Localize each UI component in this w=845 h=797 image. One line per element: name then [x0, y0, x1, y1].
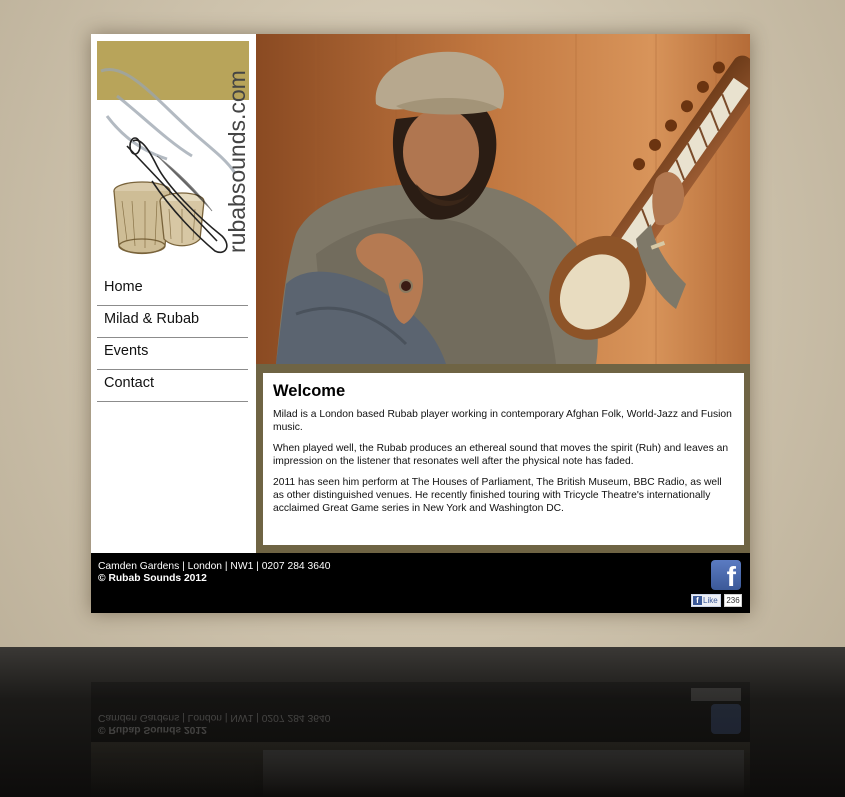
- facebook-icon[interactable]: f: [711, 560, 741, 590]
- reflection-content: [263, 750, 744, 797]
- like-count: 236: [724, 594, 742, 607]
- page-title: Welcome: [273, 382, 346, 400]
- reflection-copyright: © Rubab Sounds 2012: [98, 724, 207, 735]
- logo-text: rubabsounds.com: [224, 70, 249, 253]
- footer-copyright: © Rubab Sounds 2012: [98, 573, 207, 584]
- main-area: Welcome Milad is a London based Rubab pl…: [256, 34, 750, 553]
- facebook-like-button[interactable]: f Like: [691, 594, 721, 607]
- nav-item-milad-rubab[interactable]: Milad & Rubab: [97, 306, 248, 338]
- site-logo[interactable]: rubabsounds.com: [97, 41, 249, 266]
- facebook-small-icon: f: [693, 596, 702, 605]
- main-nav: Home Milad & Rubab Events Contact: [97, 274, 248, 402]
- footer: Camden Gardens | London | NW1 | 0207 284…: [91, 553, 750, 613]
- welcome-panel: Welcome Milad is a London based Rubab pl…: [263, 373, 744, 545]
- reflection-address: Camden Gardens | London | NW1 | 0207 284…: [98, 712, 331, 723]
- hero-photo: [256, 34, 750, 364]
- intro-paragraph: Milad is a London based Rubab player wor…: [273, 409, 732, 433]
- facebook-like-widget[interactable]: f Like 236: [691, 594, 742, 607]
- performances-paragraph: 2011 has seen him perform at The Houses …: [273, 477, 722, 514]
- reflection-like-widget: [691, 688, 741, 701]
- reflection-facebook-icon: [711, 704, 741, 734]
- nav-item-contact[interactable]: Contact: [97, 370, 248, 402]
- page-container: rubabsounds.com Home Milad & Rubab Event…: [91, 34, 750, 613]
- nav-item-events[interactable]: Events: [97, 338, 248, 370]
- nav-item-home[interactable]: Home: [97, 274, 248, 306]
- sound-paragraph: When played well, the Rubab produces an …: [273, 443, 729, 467]
- like-label: Like: [703, 596, 718, 605]
- page-reflection: © Rubab Sounds 2012 Camden Gardens | Lon…: [91, 682, 750, 797]
- sidebar: rubabsounds.com Home Milad & Rubab Event…: [91, 34, 256, 553]
- footer-address: Camden Gardens | London | NW1 | 0207 284…: [98, 561, 331, 572]
